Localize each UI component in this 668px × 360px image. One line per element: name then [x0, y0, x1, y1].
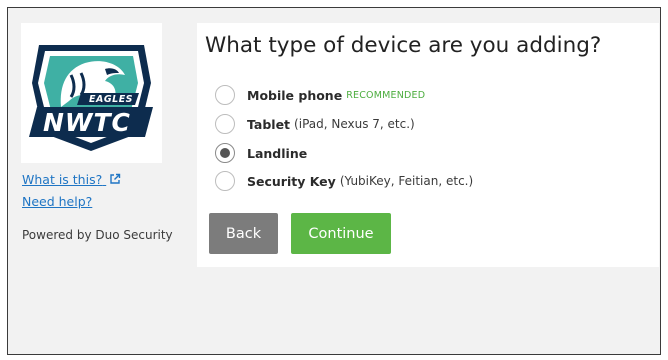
back-button[interactable]: Back [209, 213, 278, 254]
device-type-panel: What type of device are you adding? Mobi… [197, 23, 659, 267]
powered-by-text: Powered by Duo Security [22, 228, 173, 242]
continue-button[interactable]: Continue [291, 213, 391, 254]
radio-mobile-phone[interactable] [215, 85, 235, 105]
option-label: Tablet [247, 116, 291, 132]
option-landline[interactable]: Landline [215, 142, 307, 164]
what-is-this-label: What is this? [22, 172, 103, 187]
option-tablet[interactable]: Tablet (iPad, Nexus 7, etc.) [215, 113, 415, 135]
what-is-this-link[interactable]: What is this? [22, 172, 121, 187]
nwtc-eagles-logo-icon [29, 45, 153, 151]
logo-team-text: EAGLES [89, 94, 134, 105]
option-label: Mobile phone [247, 87, 343, 103]
logo-wordmark-text: NWTC [43, 108, 131, 137]
page-title: What type of device are you adding? [205, 33, 602, 58]
radio-tablet[interactable] [215, 114, 235, 134]
option-detail: (iPad, Nexus 7, etc.) [294, 117, 415, 131]
radio-security-key[interactable] [215, 171, 235, 191]
organization-logo: EAGLES NWTC [21, 23, 162, 163]
option-label: Security Key [247, 173, 336, 189]
recommended-badge: RECOMMENDED [346, 89, 426, 101]
option-detail: (YubiKey, Feitian, etc.) [339, 174, 474, 188]
external-link-icon [110, 173, 121, 184]
option-mobile-phone[interactable]: Mobile phone RECOMMENDED [215, 84, 425, 106]
option-security-key[interactable]: Security Key (YubiKey, Feitian, etc.) [215, 170, 473, 192]
need-help-link[interactable]: Need help? [22, 194, 92, 209]
radio-landline[interactable] [215, 143, 235, 163]
option-label: Landline [247, 145, 308, 161]
